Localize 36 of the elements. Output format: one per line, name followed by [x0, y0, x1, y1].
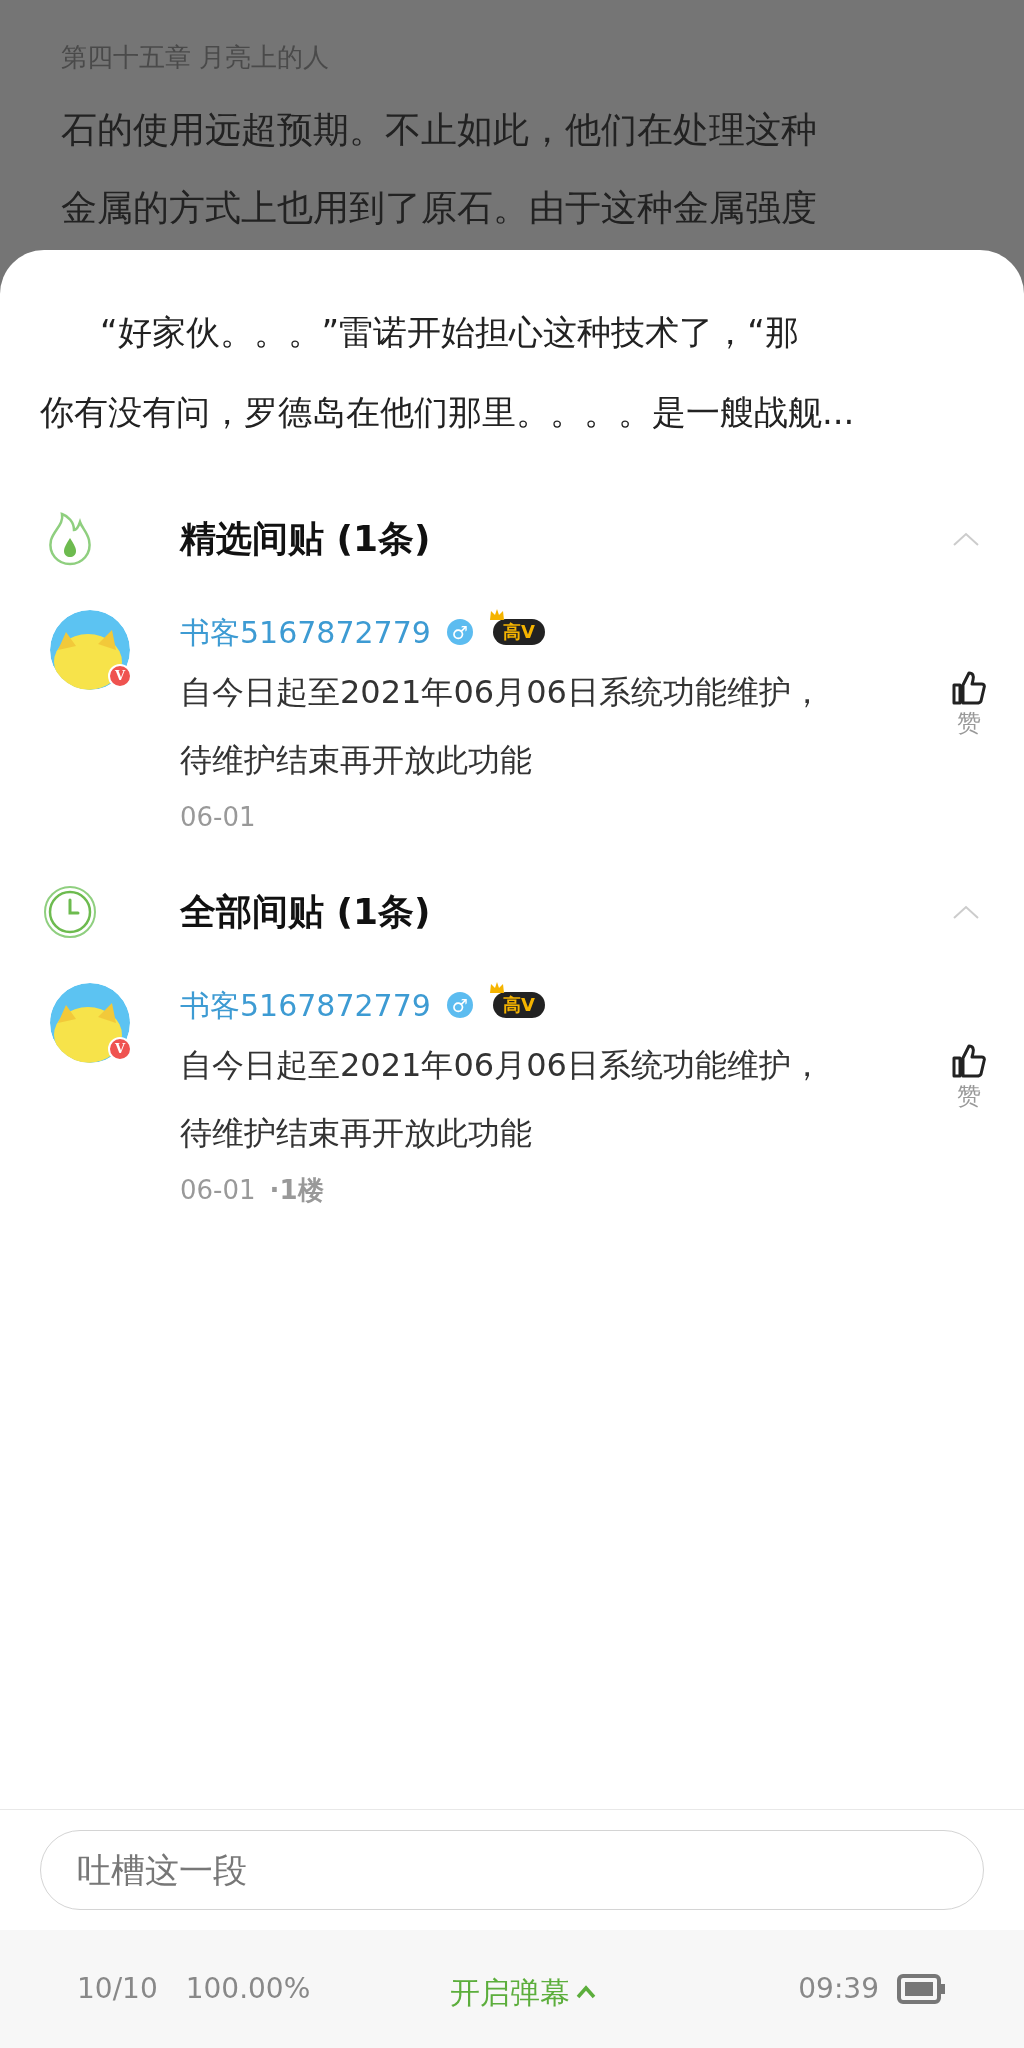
- clock-time: 09:39: [798, 1971, 879, 2007]
- battery-icon: [897, 1974, 947, 2004]
- section-title: 全部间贴 (1条): [180, 890, 431, 934]
- level-badge: 高V: [492, 992, 545, 1018]
- flame-icon: [46, 510, 94, 568]
- quoted-passage: “好家伙。。。”雷诺开始担心这种技术了，“那 你有没有问，罗德岛在他们那里。。。。是一艘战舰...: [39, 311, 856, 434]
- comment-text: 自今日起至2021年06月06日系统功能维护， 待维护结束再开放此功能: [180, 672, 824, 781]
- chevron-icon: [952, 904, 980, 920]
- caret-up-icon: [576, 1985, 597, 1999]
- section-title: 精选间贴 (1条): [180, 517, 431, 561]
- thumbs-up-icon: [951, 1043, 987, 1079]
- username-link[interactable]: 书客5167872779: [180, 609, 431, 655]
- level-badge: 高V: [492, 619, 545, 645]
- crown-icon: [488, 982, 505, 994]
- username-link[interactable]: 书客5167872779: [180, 982, 431, 1028]
- thumbs-up-icon: [951, 670, 987, 706]
- verified-badge: V: [108, 1037, 132, 1061]
- chapter-text: 石的使用远超预期。不止如此，他们在处理这种 金属的方式上也用到了原石。由于这种金属强度: [61, 108, 818, 230]
- verified-badge: V: [108, 664, 132, 688]
- comment-text: 自今日起至2021年06月06日系统功能维护， 待维护结束再开放此功能: [180, 1045, 824, 1154]
- crown-icon: [488, 609, 505, 621]
- floor-label: ·1楼: [269, 1174, 324, 1207]
- avatar-icon[interactable]: [50, 983, 130, 1063]
- like-button[interactable]: 赞: [944, 1043, 994, 1113]
- clock-icon: [43, 885, 97, 939]
- comment-date: 06-01: [180, 1174, 256, 1207]
- comment-date: 06-01: [180, 801, 256, 834]
- like-button[interactable]: 赞: [944, 670, 994, 740]
- male-icon: ♂: [446, 619, 473, 645]
- chevron-icon: [952, 531, 980, 547]
- avatar-icon[interactable]: [50, 610, 130, 690]
- male-icon: ♂: [446, 992, 473, 1018]
- comment-input[interactable]: 吐槽这一段: [40, 1830, 984, 1910]
- danmaku-toggle[interactable]: 开启弹幕: [450, 1969, 597, 2015]
- progress-percent: 100.00%: [185, 1971, 311, 2007]
- page-counter: 10/10: [77, 1971, 158, 2007]
